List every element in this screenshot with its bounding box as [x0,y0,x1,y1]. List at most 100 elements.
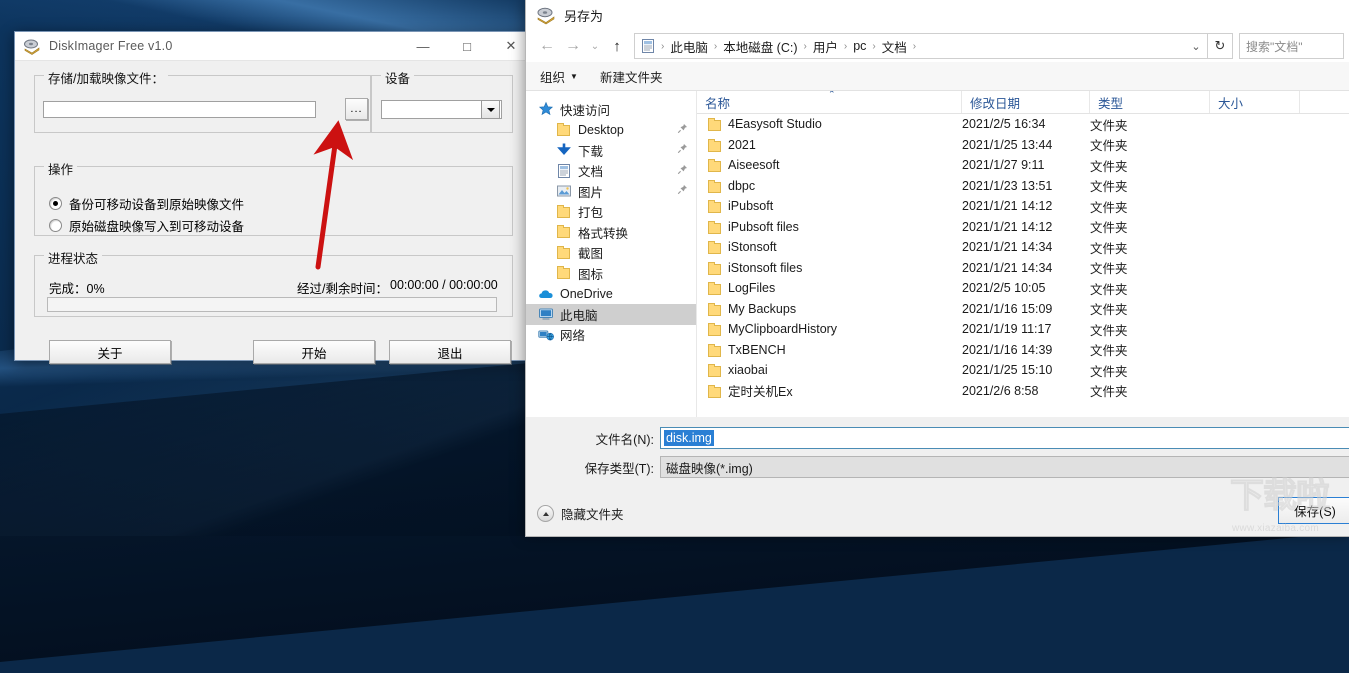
table-row[interactable]: 4Easysoft Studio 2021/2/5 16:34 文件夹 [697,114,1349,135]
table-row[interactable]: My Backups 2021/1/16 15:09 文件夹 [697,299,1349,320]
sidebar-item-label: OneDrive [560,286,613,301]
sidebar-item-9[interactable]: OneDrive [526,284,696,305]
file-type: 文件夹 [1090,180,1128,195]
minimize-button[interactable]: — [401,32,445,60]
file-date: 2021/1/16 14:39 [962,342,1053,357]
pin-icon[interactable] [677,184,688,198]
sidebar-item-label: 格式转换 [578,226,629,241]
file-date: 2021/1/25 15:10 [962,363,1053,378]
sidebar-item-10[interactable]: 此电脑 [526,304,696,325]
column-headers: 名称 修改日期 类型 大小 ⌃ [697,91,1349,114]
sidebar-item-1[interactable]: Desktop [526,120,696,141]
file-name: xiaobai [728,363,768,378]
radio-label-write: 原始磁盘映像写入到可移动设备 [69,220,245,234]
breadcrumb-item-3[interactable]: pc [848,39,871,53]
chevron-up-icon[interactable] [537,505,554,522]
sidebar-item-4[interactable]: 图片 [526,181,696,202]
disk-icon [23,37,41,55]
pin-icon[interactable] [677,123,688,137]
pin-icon[interactable] [677,164,688,178]
device-combobox[interactable] [381,100,502,119]
image-path-input[interactable] [43,101,316,118]
file-date: 2021/1/21 14:34 [962,240,1053,255]
navigation-bar: ← → ⌄ ↑ › 此电脑 › 本地磁盘 (C:) › 用户 › pc › 文档… [526,30,1349,62]
action-legend: 操作 [44,159,78,178]
sidebar-item-6[interactable]: 格式转换 [526,222,696,243]
file-type: 文件夹 [1090,262,1128,277]
filetype-combobox[interactable]: 磁盘映像(*.img) [660,456,1349,478]
browse-button[interactable]: ... [345,98,368,120]
folder-icon [707,179,721,193]
file-name: My Backups [728,301,797,316]
file-type: 文件夹 [1090,385,1128,400]
breadcrumb-item-4[interactable]: 文档 [877,37,912,56]
organize-menu[interactable]: 组织 ▼ [540,67,578,86]
folder-icon [707,240,721,254]
network-icon [538,327,554,343]
table-row[interactable]: Aiseesoft 2021/1/27 9:11 文件夹 [697,155,1349,176]
table-row[interactable]: 2021 2021/1/25 13:44 文件夹 [697,135,1349,156]
sidebar-item-0[interactable]: 快速访问 [526,99,696,120]
back-button[interactable]: ← [534,33,560,59]
table-row[interactable]: dbpc 2021/1/23 13:51 文件夹 [697,176,1349,197]
folder-icon [707,117,721,131]
filename-input[interactable]: disk.img [660,427,1349,449]
table-row[interactable]: TxBENCH 2021/1/16 14:39 文件夹 [697,340,1349,361]
recent-locations-button[interactable]: ⌄ [586,33,604,59]
radio-indicator-backup[interactable] [49,197,62,210]
breadcrumb-item-2[interactable]: 用户 [808,37,843,56]
radio-indicator-write[interactable] [49,219,62,232]
column-header-date[interactable]: 修改日期 [962,91,1090,113]
column-header-size[interactable]: 大小 [1210,91,1300,113]
save-button[interactable]: 保存(S) [1278,497,1349,524]
cloud-icon [538,286,554,302]
radio-write-to-device[interactable]: 原始磁盘映像写入到可移动设备 [49,216,244,235]
file-list-pane[interactable]: 名称 修改日期 类型 大小 ⌃ 4Easysoft Studio 2021/2/5… [697,91,1349,417]
table-row[interactable]: MyClipboardHistory 2021/1/19 11:17 文件夹 [697,319,1349,340]
dialog-footer: 文件名(N): disk.img 保存类型(T): 磁盘映像(*.img) [526,417,1349,536]
file-type: 文件夹 [1090,200,1128,215]
folder-icon [707,158,721,172]
hide-folders-toggle[interactable]: 隐藏文件夹 [537,504,624,523]
chevron-down-icon[interactable] [481,100,500,119]
about-button[interactable]: 关于 [49,340,171,364]
save-as-titlebar[interactable]: 另存为 [526,0,1349,30]
sidebar-item-7[interactable]: 截图 [526,243,696,264]
radio-backup-to-image[interactable]: 备份可移动设备到原始映像文件 [49,194,244,213]
table-row[interactable]: LogFiles 2021/2/5 10:05 文件夹 [697,278,1349,299]
up-button[interactable]: ↑ [604,33,630,59]
sidebar-item-label: 快速访问 [560,103,611,118]
new-folder-label: 新建文件夹 [599,70,663,85]
breadcrumb[interactable]: › 此电脑 › 本地磁盘 (C:) › 用户 › pc › 文档 › ⌄ [634,33,1208,59]
file-date: 2021/1/27 9:11 [962,158,1045,173]
table-row[interactable]: 定时关机Ex 2021/2/6 8:58 文件夹 [697,381,1349,402]
sidebar-item-11[interactable]: 网络 [526,325,696,346]
sidebar-item-3[interactable]: 文档 [526,161,696,182]
new-folder-button[interactable]: 新建文件夹 [600,67,663,86]
column-header-type[interactable]: 类型 [1090,91,1210,113]
navigation-pane[interactable]: 快速访问 Desktop 下载 文档图片打包格式转换截图 图标 OneDrive 此电脑 网络 [526,91,697,417]
maximize-button[interactable]: □ [445,32,489,60]
table-row[interactable]: iPubsoft 2021/1/21 14:12 文件夹 [697,196,1349,217]
table-row[interactable]: iStonsoft files 2021/1/21 14:34 文件夹 [697,258,1349,279]
folder-icon [707,220,721,234]
diskimager-titlebar[interactable]: DiskImager Free v1.0 — □ ✕ [15,32,533,61]
forward-button[interactable]: → [560,33,586,59]
chevron-down-icon[interactable]: ⌄ [1185,35,1207,57]
start-button[interactable]: 开始 [253,340,375,364]
exit-button[interactable]: 退出 [389,340,511,364]
refresh-icon[interactable]: ↻ [1208,33,1233,59]
sidebar-item-8[interactable]: 图标 [526,263,696,284]
diskimager-client-area: 存储/加载映像文件： ... 设备 操作 备份可移动设备到原始映像文件 原始磁盘… [15,61,533,364]
pin-icon[interactable] [677,143,688,157]
table-row[interactable]: iPubsoft files 2021/1/21 14:12 文件夹 [697,217,1349,238]
table-row[interactable]: iStonsoft 2021/1/21 14:34 文件夹 [697,237,1349,258]
breadcrumb-item-0[interactable]: 此电脑 [665,37,713,56]
search-input[interactable]: 搜索"文档" [1239,33,1344,59]
table-row[interactable]: xiaobai 2021/1/25 15:10 文件夹 [697,360,1349,381]
sidebar-item-2[interactable]: 下载 [526,140,696,161]
sidebar-item-label: 图片 [578,185,604,200]
file-name: 4Easysoft Studio [728,117,822,132]
breadcrumb-item-1[interactable]: 本地磁盘 (C:) [718,37,802,56]
sidebar-item-5[interactable]: 打包 [526,202,696,223]
